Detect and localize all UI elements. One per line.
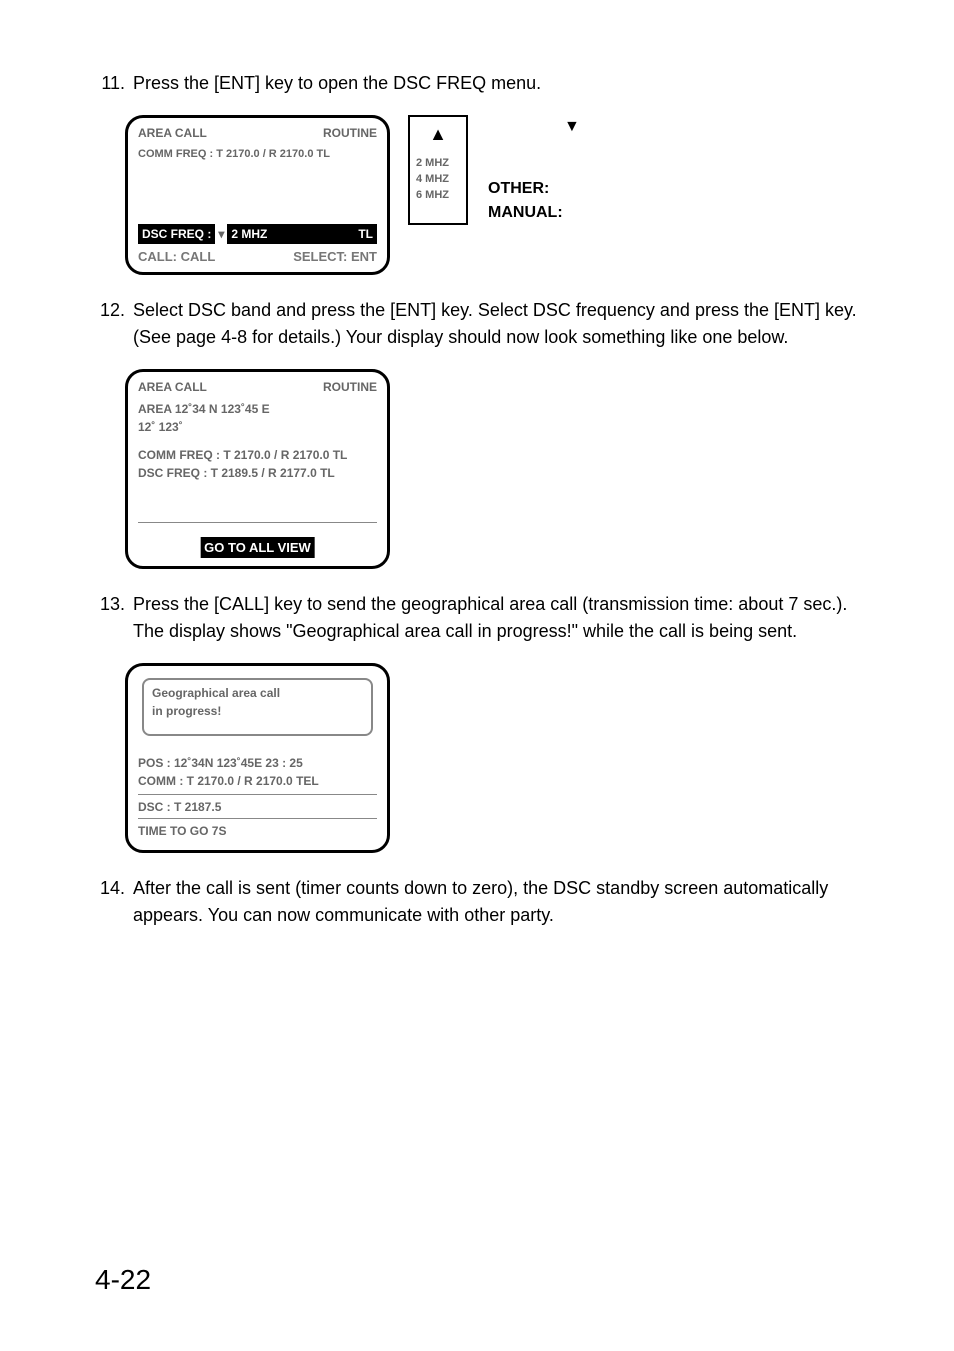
screen-in-progress: Geographical area call in progress! POS …	[125, 663, 390, 853]
popup-option-6mhz: 6 MHZ	[416, 187, 449, 204]
screen-allview: AREA CALL ROUTINE AREA 12˚34 N 123˚45 E …	[125, 369, 390, 569]
fig1-title-right: ROUTINE	[323, 124, 377, 142]
fig2-area-line2: 12˚ 123˚	[138, 418, 183, 436]
chevron-up-icon: ▲	[429, 121, 447, 148]
label-manual: MANUAL:	[488, 201, 580, 225]
fig1-bottom-right: SELECT: ENT	[293, 247, 377, 267]
label-other: OTHER:	[488, 177, 580, 201]
fig1-right-column: ▼ OTHER: MANUAL:	[488, 115, 580, 225]
step14-num: 14.	[95, 875, 133, 929]
chevron-down-icon: ▼	[564, 115, 580, 139]
fig1-dscfreq-val: 2 MHZ	[227, 224, 271, 244]
step11-num: 11.	[95, 70, 133, 97]
step12-text: Select DSC band and press the [ENT] key.…	[133, 297, 859, 351]
fig2-commfreq: COMM FREQ : T 2170.0 / R 2170.0 TL	[138, 446, 347, 464]
go-to-all-view: GO TO ALL VIEW	[200, 537, 315, 559]
fig3-pos: POS : 12˚34N 123˚45E 23 : 25	[138, 754, 303, 772]
step13-text: Press the [CALL] key to send the geograp…	[133, 591, 859, 645]
fig2-dscfreq: DSC FREQ : T 2189.5 / R 2177.0 TL	[138, 464, 335, 482]
popup-band-list: ▲ 2 MHZ 4 MHZ 6 MHZ	[408, 115, 468, 225]
step14-text: After the call is sent (timer counts dow…	[133, 875, 859, 929]
fig2-title-left: AREA CALL	[138, 378, 207, 396]
popup-option-4mhz: 4 MHZ	[416, 171, 449, 188]
step13-num: 13.	[95, 591, 133, 645]
fig2-area-line1: AREA 12˚34 N 123˚45 E	[138, 400, 270, 418]
fig1-commfreq: COMM FREQ : T 2170.0 / R 2170.0 TL	[138, 146, 330, 163]
chevron-down-icon: ▾	[218, 225, 224, 243]
fig2-title-right: ROUTINE	[323, 378, 377, 396]
step11-text: Press the [ENT] key to open the DSC FREQ…	[133, 70, 859, 97]
page-number: 4-22	[95, 1259, 151, 1301]
popup-option-2mhz: 2 MHZ	[416, 155, 449, 172]
fig1-dscfreq-label: DSC FREQ :	[138, 224, 215, 244]
figure-1: AREA CALL ROUTINE COMM FREQ : T 2170.0 /…	[125, 115, 859, 275]
step12-num: 12.	[95, 297, 133, 351]
fig1-dscfreq-suffix: TL	[271, 224, 377, 244]
progress-message-box: Geographical area call in progress!	[142, 678, 373, 736]
fig3-timetogo: TIME TO GO 7S	[138, 822, 226, 840]
progress-msg-line2: in progress!	[152, 702, 363, 720]
fig3-dsc: DSC : T 2187.5	[138, 798, 221, 816]
fig1-title-left: AREA CALL	[138, 124, 207, 142]
screen-dsc-freq: AREA CALL ROUTINE COMM FREQ : T 2170.0 /…	[125, 115, 390, 275]
progress-msg-line1: Geographical area call	[152, 684, 363, 702]
fig1-bottom-left: CALL: CALL	[138, 247, 215, 267]
fig3-comm: COMM : T 2170.0 / R 2170.0 TEL	[138, 772, 319, 790]
